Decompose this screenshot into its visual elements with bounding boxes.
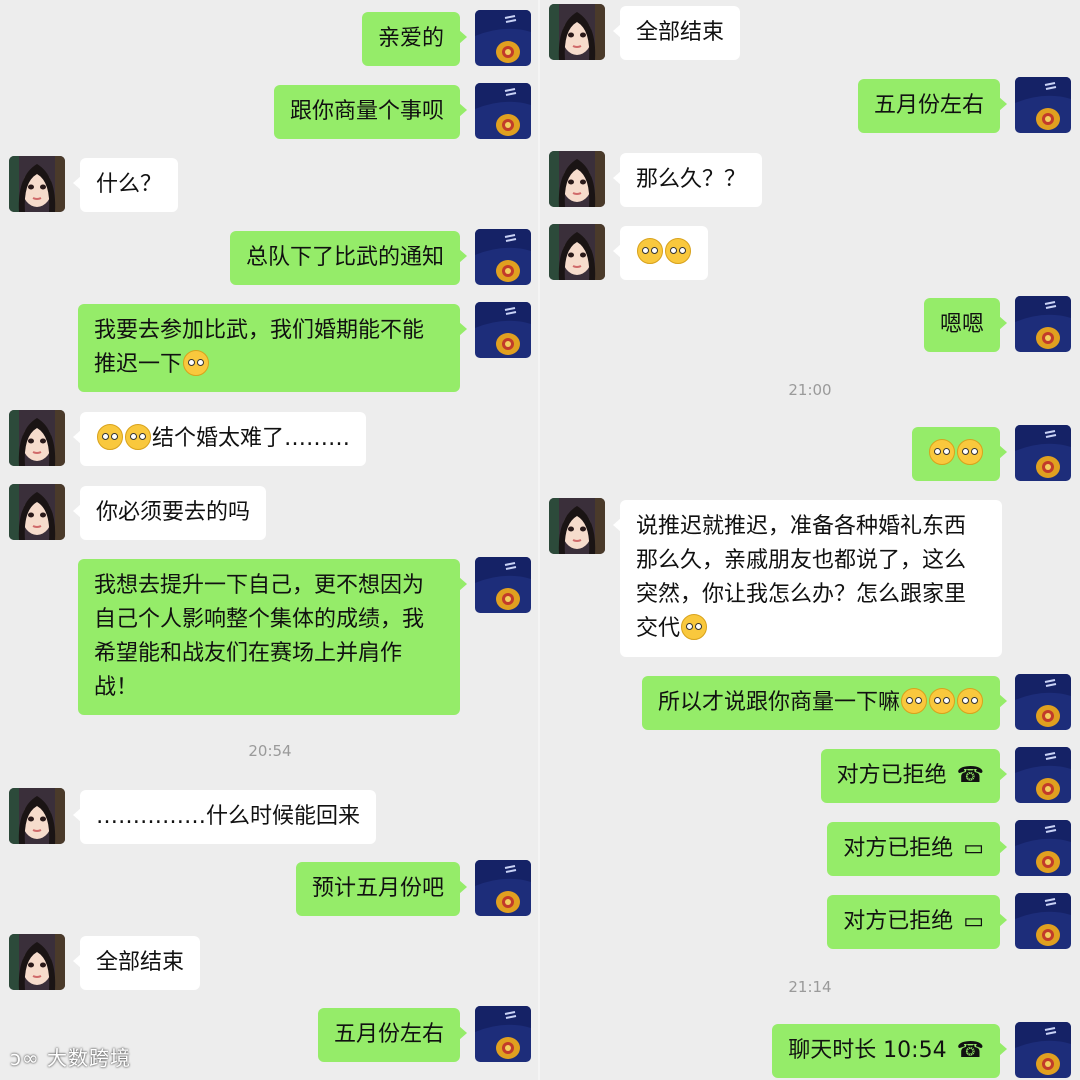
contact-avatar[interactable]: [549, 498, 605, 554]
watermark: ↄ∞ 大数跨境: [10, 1042, 131, 1071]
call-record-bubble[interactable]: 聊天时长 10:54 ☎: [772, 1024, 1007, 1078]
message-text: 所以才说跟你商量一下嘛: [657, 690, 900, 715]
call-record-bubble[interactable]: 对方已拒绝 ▭: [827, 822, 1007, 876]
timestamp: 21:00: [788, 381, 832, 399]
message-text: 嗯嗯: [939, 312, 984, 337]
my-message-bubble[interactable]: 亲爱的: [361, 12, 468, 66]
my-message-bubble[interactable]: 我想去提升一下自己，更不想因为自己个人影响整个集体的成绩，我希望能和战友们在赛场…: [78, 559, 467, 715]
contact-message-bubble[interactable]: 全部结束: [72, 936, 201, 990]
contact-message-bubble[interactable]: 那么久？？: [612, 153, 763, 207]
message-text: 总队下了比武的通知: [245, 245, 444, 270]
message-text: 结个婚太难了………: [152, 426, 351, 451]
my-avatar[interactable]: [1015, 820, 1071, 876]
message-text: 五月份左右: [873, 93, 984, 118]
flushed-face-emoji: [97, 424, 123, 450]
message-text: 聊天时长 10:54: [788, 1038, 947, 1063]
my-avatar[interactable]: [1015, 893, 1071, 949]
message-text: 我要去参加比武，我们婚期能不能推迟一下: [94, 318, 425, 377]
video-call-icon: ▭: [963, 836, 984, 861]
timestamp: 21:14: [788, 978, 832, 996]
video-call-icon: ▭: [963, 909, 984, 934]
contact-message-bubble[interactable]: [613, 226, 708, 280]
my-message-bubble[interactable]: 五月份左右: [857, 79, 1008, 133]
contact-message-bubble[interactable]: ……………什么时候能回来: [72, 790, 377, 844]
message-text: 预计五月份吧: [311, 876, 444, 901]
left-chat-panel[interactable]: 亲爱的 跟你商量个事呗 什么？ 总队下了比武的通知 我要去参加比武，我们婚期能不…: [0, 0, 540, 1080]
my-avatar[interactable]: [1015, 77, 1071, 133]
contact-avatar[interactable]: [549, 224, 605, 280]
phone-hangup-icon: ☎: [956, 763, 984, 788]
pleading-face-emoji: [125, 424, 151, 450]
my-avatar[interactable]: [1015, 296, 1071, 352]
contact-message-bubble[interactable]: 结个婚太难了………: [72, 412, 367, 466]
my-avatar[interactable]: [1015, 674, 1071, 730]
contact-avatar[interactable]: [9, 934, 65, 990]
message-text: 那么久？？: [636, 167, 747, 192]
pleading-face-emoji: [637, 238, 663, 264]
crying-face-emoji: [929, 439, 955, 465]
message-text: ……………什么时候能回来: [96, 804, 361, 829]
my-avatar[interactable]: [475, 557, 531, 613]
phone-hangup-icon: ☎: [956, 1038, 984, 1063]
pleading-face-emoji: [665, 238, 691, 264]
contact-message-bubble[interactable]: 全部结束: [612, 6, 741, 60]
my-avatar[interactable]: [1015, 1022, 1071, 1078]
message-text: 什么？: [96, 172, 163, 197]
my-avatar[interactable]: [475, 10, 531, 66]
crying-face-emoji: [901, 688, 927, 714]
watermark-logo-icon: ↄ∞: [10, 1046, 48, 1070]
message-text: 全部结束: [96, 950, 185, 975]
my-message-bubble[interactable]: [912, 427, 1007, 481]
contact-avatar[interactable]: [549, 4, 605, 60]
pleading-face-emoji: [681, 614, 708, 640]
message-text: 全部结束: [636, 20, 725, 45]
call-record-bubble[interactable]: 对方已拒绝 ☎: [820, 749, 1008, 803]
message-text: 对方已拒绝: [836, 763, 947, 788]
timestamp: 20:54: [248, 742, 292, 760]
contact-avatar[interactable]: [9, 410, 65, 466]
my-message-bubble[interactable]: 所以才说跟你商量一下嘛: [641, 676, 1008, 730]
my-avatar[interactable]: [475, 860, 531, 916]
watermark-text: 大数跨境: [47, 1046, 132, 1070]
my-avatar[interactable]: [475, 229, 531, 285]
my-avatar[interactable]: [475, 302, 531, 358]
message-text: 对方已拒绝: [843, 909, 954, 934]
contact-avatar[interactable]: [9, 484, 65, 540]
contact-avatar[interactable]: [549, 151, 605, 207]
message-text: 你必须要去的吗: [96, 500, 251, 525]
crying-face-emoji: [957, 688, 983, 714]
my-message-bubble[interactable]: 总队下了比武的通知: [229, 231, 468, 285]
message-text: 跟你商量个事呗: [289, 99, 444, 124]
crying-face-emoji: [929, 688, 955, 714]
my-message-bubble[interactable]: 预计五月份吧: [295, 862, 468, 916]
crying-face-emoji: [957, 439, 983, 465]
my-message-bubble[interactable]: 嗯嗯: [923, 298, 1008, 352]
contact-message-bubble[interactable]: 说推迟就推迟，准备各种婚礼东西那么久，亲戚朋友也都说了，这么突然，你让我怎么办？…: [613, 500, 1002, 657]
my-message-bubble[interactable]: 跟你商量个事呗: [273, 85, 468, 139]
flushed-face-emoji: [183, 350, 210, 376]
call-record-bubble[interactable]: 对方已拒绝 ▭: [827, 895, 1007, 949]
contact-avatar[interactable]: [9, 156, 65, 212]
message-text: 亲爱的: [377, 26, 444, 51]
contact-message-bubble[interactable]: 什么？: [72, 158, 179, 212]
my-avatar[interactable]: [1015, 747, 1071, 803]
right-chat-panel[interactable]: 全部结束 五月份左右 那么久？？ 嗯嗯 21:00 说推迟就推迟，准备各种婚礼东…: [540, 0, 1080, 1080]
my-avatar[interactable]: [475, 1006, 531, 1062]
message-text: 我想去提升一下自己，更不想因为自己个人影响整个集体的成绩，我希望能和战友们在赛场…: [94, 573, 425, 700]
message-text: 五月份左右: [333, 1022, 444, 1047]
contact-message-bubble[interactable]: 你必须要去的吗: [72, 486, 267, 540]
my-avatar[interactable]: [1015, 425, 1071, 481]
my-message-bubble[interactable]: 五月份左右: [317, 1008, 468, 1062]
message-text: 对方已拒绝: [843, 836, 954, 861]
my-message-bubble[interactable]: 我要去参加比武，我们婚期能不能推迟一下: [78, 304, 467, 392]
my-avatar[interactable]: [475, 83, 531, 139]
contact-avatar[interactable]: [9, 788, 65, 844]
